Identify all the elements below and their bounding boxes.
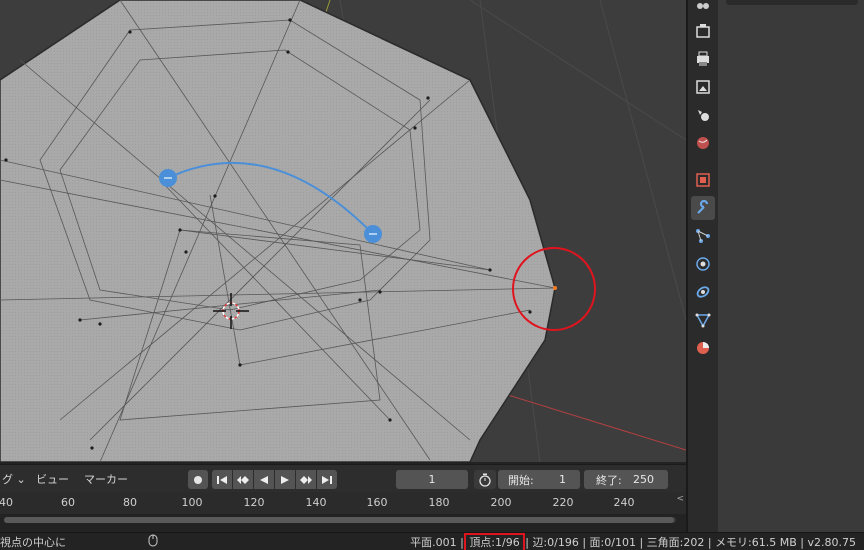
image-icon <box>696 80 710 94</box>
ruler-tick: 180 <box>428 496 450 509</box>
tab-particles[interactable] <box>691 224 715 248</box>
stat-memory: メモリ:61.5 MB <box>715 536 797 549</box>
stat-object: 平面.001 <box>410 536 457 549</box>
play-button[interactable] <box>275 470 295 489</box>
prev-keyframe-icon <box>237 475 249 484</box>
timeline-header: グ ⌄ ビュー マーカー 1 開始: 1 終了: 250 <box>0 464 686 493</box>
next-keyframe-button[interactable] <box>296 470 316 489</box>
tab-render[interactable] <box>691 19 715 43</box>
next-keyframe-icon <box>300 475 312 484</box>
mouse-icon <box>148 534 158 547</box>
play-reverse-icon <box>260 475 268 484</box>
ruler-tick: 60 <box>61 496 75 509</box>
particles-icon <box>696 229 710 243</box>
ruler-tick: 200 <box>490 496 512 509</box>
playback-timer-toggle[interactable] <box>474 470 496 489</box>
marker-menu[interactable]: マーカー <box>84 471 128 487</box>
ruler-tick: 140 <box>305 496 327 509</box>
scroll-arrows-icon[interactable]: < <box>676 494 684 504</box>
ruler-tick: 160 <box>366 496 388 509</box>
tab-physics[interactable] <box>691 252 715 276</box>
scene-statistics: 平面.001 | 頂点:1/96 | 辺:0/196 | 面:0/101 | 三… <box>410 533 857 550</box>
3d-viewport[interactable] <box>0 0 686 462</box>
tab-material[interactable] <box>691 336 715 360</box>
tab-object[interactable] <box>691 168 715 192</box>
ruler-tick: 240 <box>613 496 635 509</box>
tab-scene[interactable] <box>691 103 715 127</box>
tab-data[interactable] <box>691 308 715 332</box>
record-button[interactable] <box>188 470 208 489</box>
selected-vertex <box>553 286 557 290</box>
ruler-tick: 40 <box>0 496 13 509</box>
timeline-scroll-thumb[interactable] <box>4 517 674 523</box>
tab-modifiers[interactable] <box>691 196 715 220</box>
scene-icon <box>698 110 709 121</box>
frame-ruler[interactable]: 40 60 80 100 120 140 160 180 200 220 240… <box>0 492 686 514</box>
properties-header <box>726 0 858 5</box>
end-frame-field[interactable]: 終了: 250 <box>584 470 668 489</box>
view-menu[interactable]: ビュー <box>36 471 69 487</box>
ruler-tick: 220 <box>552 496 574 509</box>
mesh-data-icon <box>695 313 711 328</box>
current-frame-value: 1 <box>428 473 436 486</box>
tab-view-layer[interactable] <box>691 75 715 99</box>
playback-controls <box>212 470 338 489</box>
prev-keyframe-button[interactable] <box>233 470 253 489</box>
start-frame-field[interactable]: 開始: 1 <box>498 470 580 489</box>
stat-verts: 頂点:1/96 <box>464 533 525 550</box>
play-icon <box>281 475 289 484</box>
tab-output[interactable] <box>691 47 715 71</box>
properties-panel[interactable] <box>718 0 864 532</box>
stat-edges: 辺:0/196 <box>532 536 579 549</box>
record-icon <box>194 475 202 484</box>
current-frame-field[interactable]: 1 <box>396 470 468 489</box>
stat-version: v2.80.75 <box>807 536 857 549</box>
end-frame-label: 終了: <box>596 473 622 487</box>
ruler-tick: 120 <box>243 496 265 509</box>
ruler-tick: 100 <box>181 496 203 509</box>
printer-icon <box>697 51 709 66</box>
constraints-icon <box>696 286 710 298</box>
timeline-scrollbar[interactable] <box>4 517 676 523</box>
camera-back-icon <box>696 24 710 38</box>
end-frame-value: 250 <box>633 473 654 486</box>
jump-end-button[interactable] <box>317 470 337 489</box>
object-icon <box>696 173 710 187</box>
tab-tool[interactable] <box>691 0 715 16</box>
play-reverse-button[interactable] <box>254 470 274 489</box>
tab-world[interactable] <box>691 131 715 155</box>
status-hint: 視点の中心に <box>0 536 66 549</box>
material-icon <box>697 342 709 354</box>
tab-constraints[interactable] <box>691 280 715 304</box>
properties-tab-strip <box>688 0 718 532</box>
chevron-down-icon: ⌄ <box>16 473 26 486</box>
start-frame-value: 1 <box>559 473 566 486</box>
stat-faces: 面:0/101 <box>589 536 636 549</box>
jump-end-icon <box>322 475 332 484</box>
mesh-face <box>0 0 556 462</box>
wrench-icon <box>697 200 709 214</box>
status-bar: 視点の中心に 平面.001 | 頂点:1/96 | 辺:0/196 | 面:0/… <box>0 532 864 550</box>
jump-start-icon <box>217 475 227 484</box>
world-icon <box>697 137 709 149</box>
start-frame-label: 開始: <box>508 473 534 487</box>
jump-start-button[interactable] <box>212 470 232 489</box>
stopwatch-icon <box>479 473 491 487</box>
playback-menu[interactable]: グ ⌄ <box>2 471 26 487</box>
physics-icon <box>696 257 710 271</box>
ruler-tick: 80 <box>123 496 137 509</box>
viewport-canvas[interactable] <box>0 0 686 462</box>
stat-tris: 三角面:202 <box>646 536 705 549</box>
tool-icon <box>697 3 709 9</box>
